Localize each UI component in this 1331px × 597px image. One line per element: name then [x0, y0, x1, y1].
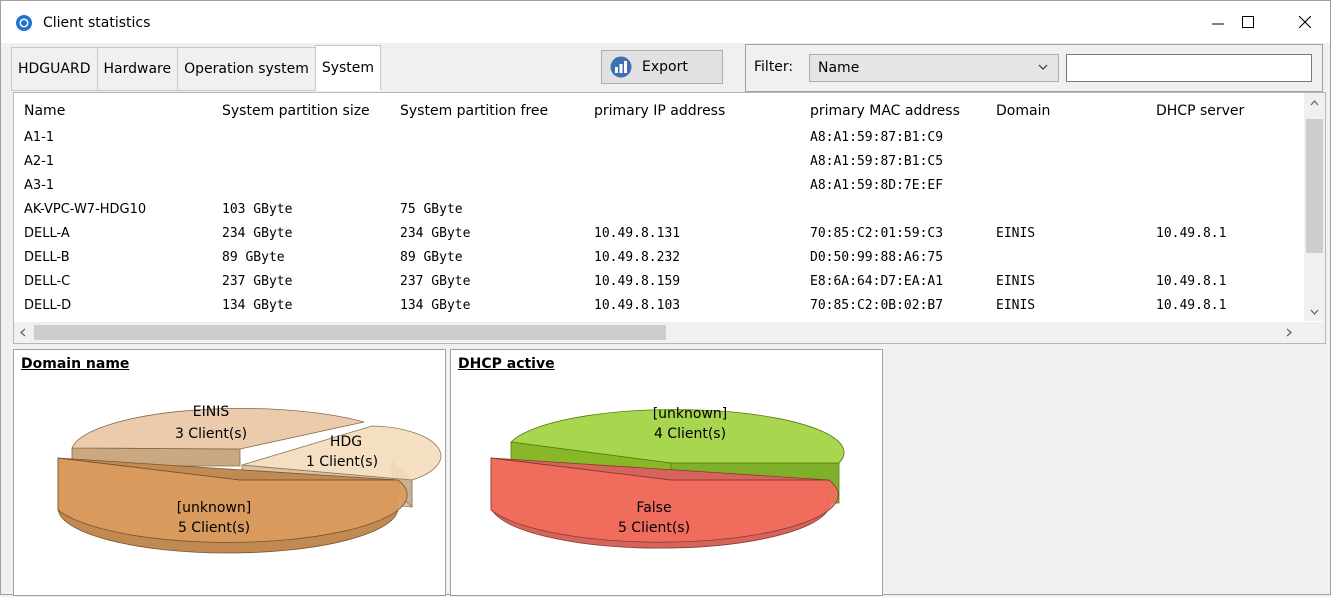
- table-cell: 103 GByte: [222, 202, 293, 217]
- table-cell: A2-1: [24, 154, 55, 169]
- export-label: Export: [642, 59, 688, 75]
- slice-count-hdg: 1 Client(s): [306, 454, 378, 470]
- table-cell: 10.49.8.1: [1156, 298, 1227, 313]
- table-cell: 10.49.8.159: [594, 274, 681, 289]
- filter-text-input[interactable]: [1066, 54, 1312, 82]
- slice-label-unknown: [unknown]: [177, 500, 252, 516]
- table-cell: AK-VPC-W7-HDG10: [24, 202, 147, 217]
- scroll-right-icon[interactable]: [1286, 328, 1292, 337]
- scroll-up-icon[interactable]: [1310, 100, 1319, 106]
- domain-chart-panel: Domain name EINIS 3 Client(s) HDG 1 Clie…: [13, 349, 446, 596]
- slice-count-einis: 3 Client(s): [175, 426, 247, 442]
- table-cell: 237 GByte: [222, 274, 293, 289]
- table-row[interactable]: DELL-D 134 GByte 134 GByte 10.49.8.103 70:85…: [14, 295, 1306, 318]
- tab-system[interactable]: System: [314, 45, 382, 91]
- slice-label-unknown-dhcp: [unknown]: [653, 406, 728, 422]
- table-cell: 134 GByte: [222, 298, 293, 313]
- table-cell: A1-1: [24, 130, 55, 145]
- table-cell: 70:85:C2:01:59:C3: [810, 226, 944, 241]
- column-header[interactable]: primary IP address: [594, 103, 725, 119]
- client-statistics-window: Client statistics HDGUARD Hardware Opera…: [0, 0, 1331, 596]
- maximize-button[interactable]: [1225, 1, 1271, 43]
- vertical-scroll-thumb[interactable]: [1306, 119, 1323, 253]
- chevron-down-icon: [1038, 64, 1048, 70]
- table-cell: 10.49.8.1: [1156, 274, 1227, 289]
- table-row[interactable]: A1-1 A8:A1:59:87:B1:C9: [14, 127, 1306, 150]
- horizontal-scroll-thumb[interactable]: [34, 325, 666, 340]
- column-header[interactable]: DHCP server: [1156, 103, 1244, 119]
- table-cell: EINIS: [996, 298, 1036, 313]
- scroll-down-icon[interactable]: [1310, 309, 1319, 315]
- filter-select-value: Name: [818, 60, 860, 76]
- table-cell: D0:50:99:88:A6:75: [810, 250, 944, 265]
- column-header[interactable]: Domain: [996, 103, 1050, 119]
- column-header[interactable]: System partition free: [400, 103, 548, 119]
- filter-label: Filter:: [754, 59, 794, 75]
- slice-label-hdg: HDG: [330, 434, 362, 450]
- table-row[interactable]: DELL-C 237 GByte 237 GByte 10.49.8.159 E8:6A…: [14, 271, 1306, 294]
- table-header: Name System partition size System partitio…: [14, 93, 1306, 127]
- toolbar: HDGUARD Hardware Operation system System…: [1, 43, 1330, 93]
- table-cell: A8:A1:59:87:B1:C9: [810, 130, 944, 145]
- slice-count-unknown-dhcp: 4 Client(s): [654, 426, 726, 442]
- table-cell: 89 GByte: [222, 250, 285, 265]
- table-cell: DELL-A: [24, 226, 70, 241]
- tab-hdguard[interactable]: HDGUARD: [11, 47, 97, 91]
- slice-count-false: 5 Client(s): [618, 520, 690, 536]
- table-cell: A8:A1:59:8D:7E:EF: [810, 178, 944, 193]
- close-icon: [1299, 16, 1311, 28]
- table-cell: 10.49.8.232: [594, 250, 681, 265]
- tab-hardware[interactable]: Hardware: [96, 47, 178, 91]
- table-cell: A8:A1:59:87:B1:C5: [810, 154, 944, 169]
- table-row[interactable]: DELL-B 89 GByte 89 GByte 10.49.8.232 D0:50:9…: [14, 247, 1306, 270]
- slice-label-einis: EINIS: [193, 404, 230, 420]
- tab-operation-system[interactable]: Operation system: [177, 47, 315, 91]
- tab-strip: HDGUARD Hardware Operation system System: [11, 45, 382, 93]
- domain-pie-chart: EINIS 3 Client(s) HDG 1 Client(s) [unkno…: [57, 404, 442, 554]
- export-button[interactable]: Export: [601, 50, 723, 84]
- table-cell: 75 GByte: [400, 202, 463, 217]
- close-button[interactable]: [1282, 1, 1328, 43]
- column-header[interactable]: Name: [24, 103, 65, 119]
- vertical-scrollbar[interactable]: [1304, 93, 1325, 321]
- table-cell: DELL-B: [24, 250, 70, 265]
- table-row[interactable]: AK-VPC-W7-HDG10 103 GByte 75 GByte: [14, 199, 1306, 222]
- dhcp-pie-chart: [unknown] 4 Client(s) False 5 Client(s): [490, 406, 845, 549]
- table-cell: 10.49.8.1: [1156, 226, 1227, 241]
- table-cell: 10.49.8.131: [594, 226, 681, 241]
- horizontal-scrollbar[interactable]: [14, 322, 1325, 343]
- dhcp-chart-panel: DHCP active [unknown] 4 Client(s) False …: [450, 349, 883, 596]
- table-cell: A3-1: [24, 178, 55, 193]
- table-cell: 134 GByte: [400, 298, 471, 313]
- table-cell: 234 GByte: [222, 226, 293, 241]
- column-header[interactable]: System partition size: [222, 103, 370, 119]
- app-icon: [16, 15, 32, 31]
- table-cell: DELL-D: [24, 298, 72, 313]
- table-row[interactable]: DELL-A 234 GByte 234 GByte 10.49.8.131 70:85…: [14, 223, 1306, 246]
- window-title: Client statistics: [43, 15, 151, 31]
- table-cell: 234 GByte: [400, 226, 471, 241]
- table-cell: EINIS: [996, 226, 1036, 241]
- minimize-icon: [1212, 23, 1224, 25]
- filter-field-select[interactable]: Name: [809, 54, 1059, 82]
- client-table: Name System partition size System partitio…: [13, 92, 1326, 344]
- maximize-icon: [1242, 16, 1254, 28]
- table-row[interactable]: A3-1 A8:A1:59:8D:7E:EF: [14, 175, 1306, 198]
- table-cell: 10.49.8.103: [594, 298, 681, 313]
- table-cell: EINIS: [996, 274, 1036, 289]
- table-cell: E8:6A:64:D7:EA:A1: [810, 274, 944, 289]
- export-icon: [610, 56, 632, 78]
- slice-count-unknown: 5 Client(s): [178, 520, 250, 536]
- slice-label-false: False: [636, 500, 671, 516]
- table-cell: 89 GByte: [400, 250, 463, 265]
- title-bar: Client statistics: [1, 1, 1330, 43]
- table-cell: 70:85:C2:0B:02:B7: [810, 298, 944, 313]
- table-row[interactable]: A2-1 A8:A1:59:87:B1:C5: [14, 151, 1306, 174]
- column-header[interactable]: primary MAC address: [810, 103, 960, 119]
- scroll-left-icon[interactable]: [20, 328, 26, 337]
- table-cell: 237 GByte: [400, 274, 471, 289]
- table-cell: DELL-C: [24, 274, 71, 289]
- filter-group: Filter: Name: [745, 44, 1323, 92]
